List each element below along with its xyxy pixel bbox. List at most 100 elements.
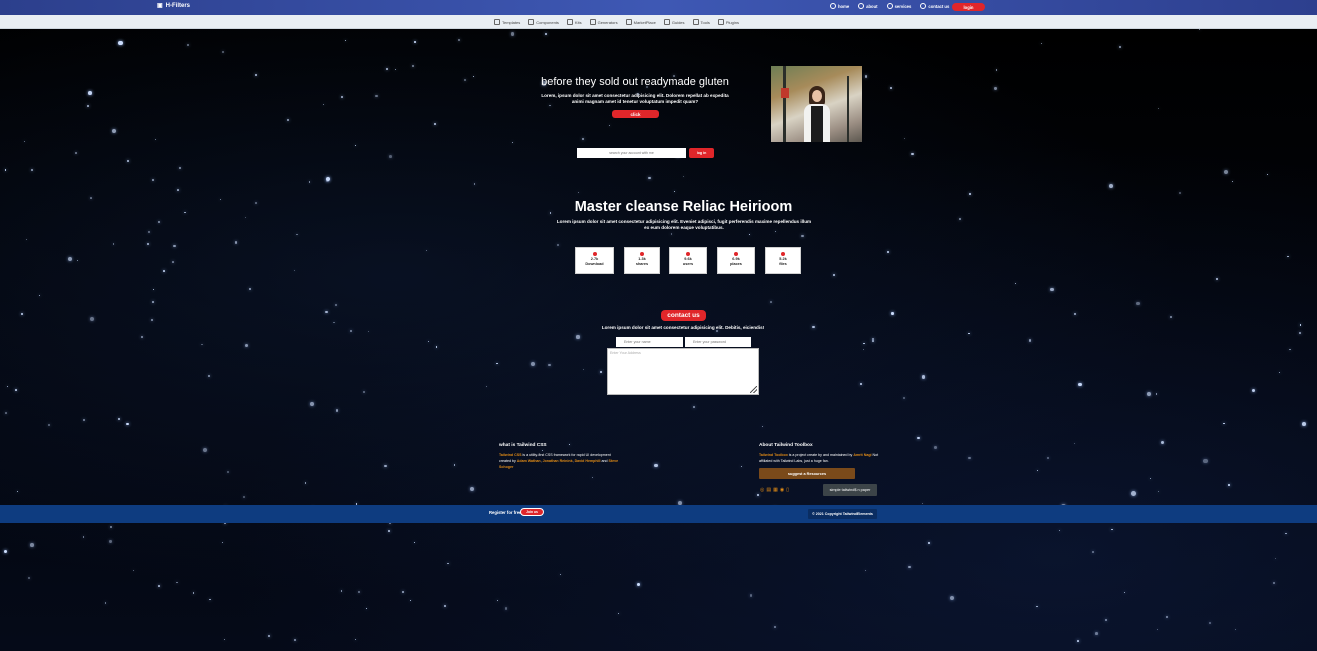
star: [308, 180, 311, 183]
nav-about[interactable]: about: [858, 3, 878, 9]
calendar-icon[interactable]: ▦: [773, 488, 778, 493]
star: [89, 196, 92, 199]
star: [927, 542, 930, 545]
tailwind-toolbox-link[interactable]: Tailwind Toolbox: [759, 453, 788, 457]
author-link[interactable]: Adam Wathan: [517, 459, 541, 463]
star: [860, 382, 863, 385]
star: [175, 581, 178, 584]
star: [87, 105, 90, 108]
stat-card-download: 2.7k Download: [575, 247, 614, 274]
subnav-plugins[interactable]: Plugins: [717, 19, 739, 25]
nav-services[interactable]: services: [886, 3, 911, 9]
brand-logo[interactable]: ▣ H-Filters: [157, 2, 190, 10]
star: [654, 463, 658, 468]
resize-handle-icon[interactable]: [750, 386, 757, 393]
name-input[interactable]: [616, 337, 683, 347]
subscribe-login-button[interactable]: log in: [689, 148, 714, 158]
star: [1266, 173, 1269, 176]
footer-left-text: Tailwind CSS is a utility-first CSS fram…: [499, 452, 619, 470]
star: [436, 346, 438, 348]
star: [248, 287, 252, 291]
github-icon[interactable]: ◎: [760, 488, 764, 493]
star: [1036, 605, 1038, 608]
photo-pole: [783, 66, 786, 142]
star: [1234, 629, 1236, 631]
subnav-label: Kits: [574, 19, 582, 25]
nav-home[interactable]: home: [830, 3, 849, 9]
stat-label: users: [682, 262, 694, 266]
contact-us-button[interactable]: contact us: [661, 310, 706, 321]
phone-icon: [920, 3, 927, 9]
star: [413, 541, 416, 544]
star: [577, 191, 580, 194]
star: [147, 243, 150, 246]
star: [891, 312, 894, 315]
star: [401, 590, 404, 593]
home-icon: [830, 3, 836, 9]
star: [414, 41, 416, 44]
subnav-templates[interactable]: Templates: [494, 19, 520, 25]
template-icon: [494, 19, 500, 25]
secondary-nav-links: Templates Components Kits Generators Mar…: [494, 19, 739, 25]
hero-click-button[interactable]: click: [612, 110, 659, 118]
star: [530, 361, 536, 366]
stats-description: Lorem ipsum dolor sit amet consectetur a…: [556, 219, 812, 230]
star: [921, 375, 926, 379]
star: [333, 321, 335, 324]
star: [154, 139, 156, 141]
star: [110, 526, 113, 529]
star: [388, 155, 392, 159]
star: [89, 316, 95, 322]
subnav-marketplace[interactable]: MarketPlace: [625, 19, 656, 25]
star: [444, 604, 447, 607]
login-button[interactable]: login: [952, 3, 985, 11]
star: [6, 386, 8, 388]
star: [39, 295, 41, 297]
suggest-resources-button[interactable]: suggest a Resources: [759, 468, 855, 479]
author-link[interactable]: Jonathan Reinink: [543, 459, 573, 463]
subnav-label: Guides: [671, 19, 685, 25]
stat-value: 2.7k: [590, 257, 599, 261]
info-icon: [858, 3, 865, 9]
tailwind-css-link[interactable]: Tailwind CSS: [499, 453, 522, 457]
star: [903, 137, 905, 139]
address-textarea[interactable]: Enter Your Address: [607, 348, 759, 395]
star: [1279, 372, 1281, 374]
components-icon: [528, 19, 535, 25]
cart-icon[interactable]: ▯: [786, 488, 789, 493]
footer-right-body: is a project create by and maintained by: [787, 453, 854, 457]
star: [111, 129, 116, 134]
star: [608, 125, 610, 127]
subscribe-input[interactable]: [577, 148, 686, 158]
stat-card-places: 6.9k places: [717, 247, 755, 274]
nav-contact[interactable]: contact us: [920, 3, 949, 9]
star: [1040, 43, 1042, 45]
subnav-guides[interactable]: Guides: [663, 19, 685, 25]
photo-sign: [781, 88, 789, 98]
star: [581, 137, 584, 140]
star: [150, 318, 154, 322]
subnav-tools[interactable]: Tools: [692, 19, 710, 25]
star: [325, 310, 328, 314]
tools-icon: [692, 19, 699, 25]
bottom-bar: [0, 505, 1317, 523]
star: [152, 300, 154, 303]
password-input[interactable]: [685, 337, 751, 347]
gift-icon[interactable]: ◉: [780, 488, 784, 493]
author-link[interactable]: Amrit Nagi: [853, 453, 871, 457]
subnav-generators[interactable]: Generators: [589, 19, 618, 25]
star: [25, 238, 28, 241]
star: [4, 412, 7, 414]
twitter-icon[interactable]: ▤: [766, 488, 771, 493]
join-us-button[interactable]: Join us: [520, 508, 544, 516]
star: [864, 75, 867, 78]
star: [220, 198, 222, 201]
tailwind-paper-button[interactable]: simple tailwind$ n paper: [823, 484, 877, 496]
author-link[interactable]: David Hemphill: [575, 459, 601, 463]
subnav-kits[interactable]: Kits: [566, 19, 582, 25]
users-icon: [686, 252, 690, 256]
stat-label: Download: [585, 262, 604, 266]
subnav-components[interactable]: Components: [528, 19, 559, 25]
generator-icon: [589, 19, 596, 25]
stat-card-shares: 1.3k shares: [624, 247, 660, 274]
